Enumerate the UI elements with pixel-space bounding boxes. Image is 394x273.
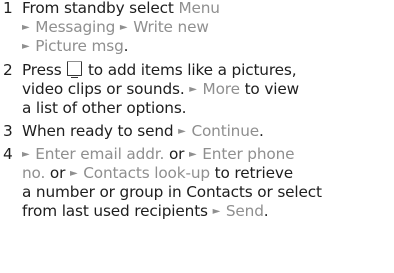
arrow-icon: ► <box>212 206 221 217</box>
step-4-line-2: no. or ► Contacts look-up to retrieve <box>22 164 394 183</box>
step-text: a number or group in Contacts or select <box>22 183 322 201</box>
step-3-line-1: When ready to send ► Continue. <box>22 122 394 141</box>
more-term: More <box>202 80 240 98</box>
arrow-icon: ► <box>189 149 197 160</box>
step-text: or <box>45 164 70 182</box>
arrow-icon: ► <box>178 126 186 137</box>
messaging-term: Messaging <box>35 18 116 36</box>
arrow-icon: ► <box>69 168 78 179</box>
step-4: 4 ► Enter email addr. or ► Enter phone n… <box>0 145 394 221</box>
step-text: Press <box>22 61 62 79</box>
write-new-term: Write new <box>133 18 209 36</box>
arrow-icon: ► <box>22 41 30 52</box>
enter-phone-term-cont: no. <box>22 164 46 182</box>
contacts-lookup-term: Contacts look-up <box>83 164 210 182</box>
step-4-line-4: from last used recipients ► Send. <box>22 202 394 221</box>
selection-key-icon <box>67 61 83 78</box>
step-number: 3 <box>3 122 13 140</box>
step-text: . <box>259 122 264 140</box>
instruction-list: 1 From standby select Menu ► Messaging ►… <box>0 0 394 221</box>
enter-phone-term: Enter phone <box>202 145 295 163</box>
picture-msg-term: Picture msg <box>35 37 124 55</box>
arrow-icon: ► <box>189 84 197 95</box>
step-4-line-3: a number or group in Contacts or select <box>22 183 394 202</box>
step-text: or <box>164 145 190 163</box>
step-text: From standby select <box>22 0 174 17</box>
step-number: 2 <box>3 61 13 79</box>
step-1-line-3: ► Picture msg. <box>22 37 394 56</box>
continue-term: Continue <box>191 122 260 140</box>
step-number: 1 <box>3 0 13 17</box>
step-text: a list of other options. <box>22 99 187 117</box>
step-4-line-1: ► Enter email addr. or ► Enter phone <box>22 145 394 164</box>
arrow-icon: ► <box>119 22 128 33</box>
step-number: 4 <box>3 145 13 163</box>
send-term: Send <box>225 202 264 220</box>
step-text: to retrieve <box>209 164 294 182</box>
arrow-icon: ► <box>22 22 30 33</box>
step-text: When ready to send <box>22 122 179 140</box>
step-1-line-1: From standby select Menu <box>22 0 394 18</box>
step-text: video clips or sounds. <box>22 80 190 98</box>
step-1-line-2: ► Messaging ► Write new <box>22 18 394 37</box>
step-text: . <box>263 202 269 220</box>
step-2-line-2: video clips or sounds. ► More to view <box>22 80 394 99</box>
step-text: . <box>123 37 129 55</box>
step-text: to view <box>239 80 300 98</box>
enter-email-term: Enter email addr. <box>35 145 165 163</box>
step-3: 3 When ready to send ► Continue. <box>0 122 394 141</box>
step-2-line-1: Press to add items like a pictures, <box>22 61 394 80</box>
step-text: to add items like a pictures, <box>83 61 297 79</box>
step-2-line-3: a list of other options. <box>22 99 394 118</box>
step-2: 2 Press to add items like a pictures, vi… <box>0 61 394 118</box>
menu-term: Menu <box>178 0 220 17</box>
step-1: 1 From standby select Menu ► Messaging ►… <box>0 0 394 56</box>
step-text: from last used recipients <box>22 202 213 220</box>
arrow-icon: ► <box>22 149 30 160</box>
